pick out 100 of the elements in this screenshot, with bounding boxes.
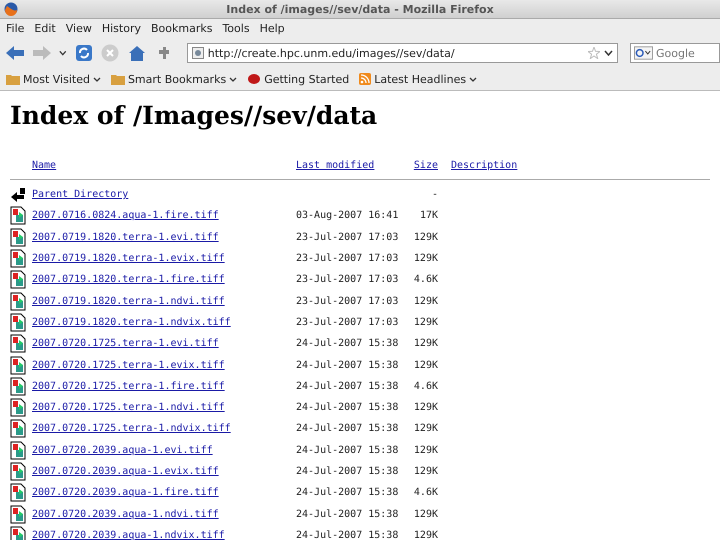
file-link[interactable]: 2007.0716.0824.aqua-1.fire.tiff	[32, 210, 219, 222]
menu-item[interactable]: Tools	[222, 22, 250, 35]
dropdown-icon	[92, 76, 101, 82]
bug-icon	[247, 73, 262, 85]
folder-icon	[110, 73, 125, 85]
menu-item[interactable]: Help	[260, 22, 285, 35]
menu-item[interactable]: Edit	[34, 22, 56, 35]
file-size: 129K	[414, 253, 438, 264]
modified-date: 24-Jul-2007 15:38	[296, 466, 398, 477]
file-link[interactable]: 2007.0719.1820.terra-1.evix.tiff	[32, 253, 225, 264]
page-heading: Index of /Images//sev/data	[10, 101, 378, 130]
modified-date: 24-Jul-2007 15:38	[296, 444, 398, 456]
file-link[interactable]: 2007.0719.1820.terra-1.ndvix.tiff	[32, 316, 231, 328]
feed-icon	[359, 73, 372, 85]
modified-date: 24-Jul-2007 15:38	[296, 402, 398, 414]
puzzle-icon[interactable]	[156, 46, 170, 60]
file-link[interactable]: Parent Directory	[32, 189, 128, 200]
file-link[interactable]: 2007.0720.1725.terra-1.evix.tiff	[32, 360, 225, 371]
file-size: 129K	[414, 508, 438, 520]
bookmark-item[interactable]: Getting Started	[247, 72, 350, 86]
browser-logo-icon	[4, 2, 18, 16]
modified-date: 24-Jul-2007 15:38	[296, 508, 398, 520]
address-bar[interactable]: http://create.hpc.unm.edu/images//sev/data/	[186, 43, 618, 63]
modified-date: 23-Jul-2007 17:03	[296, 274, 398, 286]
image-file-icon	[10, 249, 26, 268]
modified-date: 23-Jul-2007 17:03	[296, 316, 398, 328]
file-size: 129K	[414, 466, 438, 477]
file-link[interactable]: 2007.0720.1725.terra-1.evi.tiff	[32, 338, 219, 350]
modified-date: 24-Jul-2007 15:38	[296, 380, 398, 392]
bookmark-item[interactable]: Latest Headlines	[359, 72, 478, 86]
file-size: 129K	[414, 338, 438, 350]
file-size: 129K	[414, 423, 438, 434]
file-link[interactable]: 2007.0720.1725.terra-1.fire.tiff	[32, 380, 225, 392]
image-file-icon	[10, 398, 26, 418]
file-link[interactable]: 2007.0720.1725.terra-1.ndvix.tiff	[32, 423, 231, 434]
menu-item[interactable]: View	[66, 22, 92, 35]
file-link[interactable]: 2007.0719.1820.terra-1.ndvi.tiff	[32, 296, 225, 307]
image-file-icon	[10, 462, 26, 481]
column-header-link[interactable]: Last modified	[296, 160, 374, 171]
dropdown-icon[interactable]	[604, 50, 613, 56]
modified-date: 03-Aug-2007 16:41	[296, 210, 398, 222]
modified-date: 24-Jul-2007 15:38	[296, 360, 398, 371]
star-icon[interactable]	[588, 47, 600, 59]
image-file-icon	[10, 376, 26, 396]
image-file-icon	[10, 334, 26, 354]
image-file-icon	[10, 270, 26, 290]
image-file-icon	[10, 206, 26, 226]
window-title: Index of /images//sev/data - Mozilla Firefox	[226, 2, 494, 16]
file-size: 129K	[414, 296, 438, 307]
image-file-icon	[10, 228, 26, 247]
dropdown-icon	[469, 76, 478, 82]
column-header-link[interactable]: Description	[451, 160, 518, 171]
bookmark-item[interactable]: Most Visited	[6, 72, 101, 86]
bookmark-item[interactable]: Smart Bookmarks	[110, 72, 238, 86]
dropdown-icon[interactable]	[59, 50, 67, 56]
image-file-icon	[10, 292, 26, 311]
menu-item[interactable]: Bookmarks	[150, 22, 212, 35]
file-link[interactable]: 2007.0720.2039.aqua-1.evix.tiff	[32, 466, 219, 477]
image-file-icon	[10, 440, 26, 460]
image-file-icon	[10, 419, 26, 438]
modified-date: 24-Jul-2007 15:38	[296, 338, 398, 350]
home-icon[interactable]	[128, 46, 145, 60]
file-link[interactable]: 2007.0720.2039.aqua-1.ndvix.tiff	[32, 530, 225, 540]
file-size: 4.6K	[414, 274, 438, 286]
file-size: 4.6K	[414, 487, 438, 498]
file-size: 129K	[414, 232, 438, 243]
image-file-icon	[10, 356, 26, 375]
file-size: 129K	[414, 360, 438, 371]
back-arrow-icon	[10, 186, 28, 204]
back-icon[interactable]	[6, 46, 24, 60]
menu-item[interactable]: History	[102, 22, 141, 35]
image-file-icon	[10, 504, 26, 524]
image-file-icon	[10, 312, 26, 332]
file-size: 4.6K	[414, 380, 438, 392]
file-size: 17K	[420, 210, 438, 222]
file-link[interactable]: 2007.0720.2039.aqua-1.fire.tiff	[32, 487, 219, 498]
file-size: 129K	[414, 316, 438, 328]
modified-date: 24-Jul-2007 15:38	[296, 530, 398, 540]
folder-icon	[6, 73, 20, 85]
file-link[interactable]: 2007.0719.1820.terra-1.fire.tiff	[32, 274, 225, 286]
modified-date: 24-Jul-2007 15:38	[296, 487, 398, 498]
modified-date: 23-Jul-2007 17:03	[296, 232, 398, 243]
file-size: 129K	[414, 402, 438, 414]
image-file-icon	[10, 483, 26, 502]
search-bar[interactable]: Google	[630, 43, 720, 63]
column-header-link[interactable]: Name	[32, 160, 56, 171]
reload-icon[interactable]	[76, 45, 92, 61]
file-link[interactable]: 2007.0720.2039.aqua-1.evi.tiff	[32, 444, 213, 456]
column-header-link[interactable]: Size	[414, 160, 438, 171]
search-engine-icon[interactable]	[634, 46, 653, 60]
file-link[interactable]: 2007.0719.1820.terra-1.evi.tiff	[32, 232, 219, 243]
file-size: -	[432, 189, 438, 200]
menu-item[interactable]: File	[6, 22, 24, 35]
page-icon	[192, 47, 204, 59]
dropdown-icon	[229, 76, 238, 82]
modified-date: 23-Jul-2007 17:03	[296, 296, 398, 307]
modified-date: 23-Jul-2007 17:03	[296, 253, 398, 264]
file-link[interactable]: 2007.0720.2039.aqua-1.ndvi.tiff	[32, 508, 219, 520]
file-link[interactable]: 2007.0720.1725.terra-1.ndvi.tiff	[32, 402, 225, 414]
file-size: 129K	[414, 444, 438, 456]
